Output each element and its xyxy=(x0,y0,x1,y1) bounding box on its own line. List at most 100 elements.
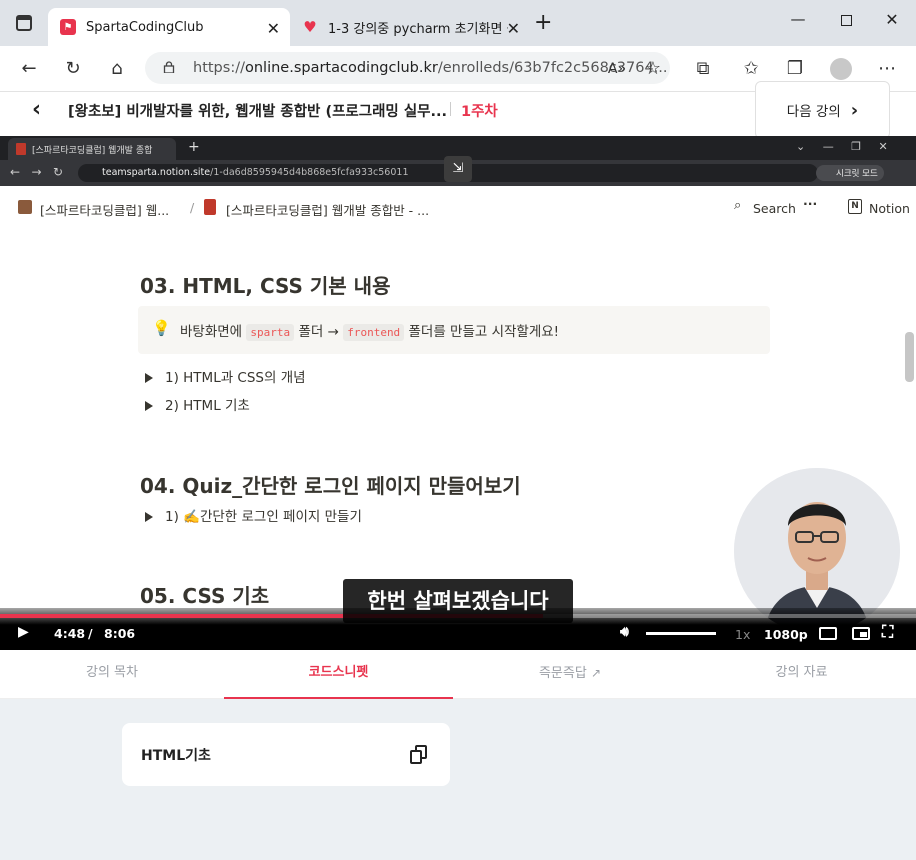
toggle-triangle-icon xyxy=(145,373,153,383)
subtitle-caption: 한번 살펴보겠습니다 xyxy=(343,579,573,623)
heart-favicon-icon: ♥ xyxy=(303,18,317,36)
lecture-tabs: 강의 목차 코드스니펫 즉문즉답 ↗ 강의 자료 xyxy=(0,650,916,699)
fullscreen-icon[interactable]: ⛶ xyxy=(882,622,893,642)
url-scheme: https:// xyxy=(193,60,245,76)
snippet-title: HTML기초 xyxy=(141,748,211,764)
tab-code-snippet[interactable]: 코드스니펫 xyxy=(224,650,453,699)
toggle-login-page: 1) ✍️간단한 로그인 페이지 만들기 xyxy=(145,505,362,525)
video-nav-icons: ← → ↻ xyxy=(10,165,64,179)
home-icon[interactable]: ⌂ xyxy=(104,56,130,82)
collections-icon[interactable]: ❐ xyxy=(782,56,808,82)
toggle-triangle-icon xyxy=(145,401,153,411)
url-field[interactable]: https://online.spartacodingclub.kr/enrol… xyxy=(145,52,670,84)
volume-icon[interactable]: 🔊︎ xyxy=(620,624,629,640)
tab-title: SpartaCodingClub xyxy=(86,19,204,35)
close-window-icon[interactable]: ✕ xyxy=(877,10,907,34)
video-profile-label: 시크릿 모드 xyxy=(836,169,878,179)
notion-search-label: Search xyxy=(753,201,796,216)
current-time: 4:48 xyxy=(54,626,86,641)
toggle-label: 2) HTML 기초 xyxy=(165,398,250,414)
more-menu-icon[interactable]: ⋯ xyxy=(874,56,900,82)
url-host: online.spartacodingclub.kr xyxy=(244,60,438,76)
notion-book-icon xyxy=(204,199,216,215)
lightbulb-icon: 💡 xyxy=(152,319,171,337)
favorites-icon[interactable]: ✩ xyxy=(738,56,764,82)
tab-label: 강의 목차 xyxy=(86,665,138,680)
video-player[interactable]: [스파르타코딩클럽] 웹개발 종합 + ⌄ — ❐ ✕ ← → ↻ teamsp… xyxy=(0,136,916,650)
notion-topbar: [스파르타코딩클럽] 웹... / [스파르타코딩클럽] 웹개발 종합반 - .… xyxy=(0,186,916,230)
notion-book-icon xyxy=(16,143,26,155)
callout-text: 바탕화면에 sparta 폴더 → frontend 폴더를 만들고 시작할게요… xyxy=(180,320,560,341)
tab-materials[interactable]: 강의 자료 xyxy=(687,650,916,697)
callout-code-frontend: frontend xyxy=(343,324,405,341)
play-button[interactable]: ▶ xyxy=(18,624,29,640)
add-favorite-icon[interactable]: ☆ xyxy=(640,56,666,82)
callout-box: 💡 바탕화면에 sparta 폴더 → frontend 폴더를 만들고 시작할… xyxy=(138,306,770,354)
week-label: 1주차 xyxy=(461,104,498,120)
notion-label: Notion xyxy=(869,201,910,216)
tab-actions-icon[interactable] xyxy=(16,15,32,31)
close-tab-icon[interactable]: ✕ xyxy=(507,19,520,38)
search-icon: ⌕ xyxy=(734,198,742,213)
video-profile-chip: 시크릿 모드 xyxy=(816,165,884,181)
toggle-triangle-icon xyxy=(145,512,153,522)
next-lecture-button[interactable]: 다음 강의 › xyxy=(755,81,890,139)
course-title: [왕초보] 비개발자를 위한, 웹개발 종합반 (프로그래밍 실무... xyxy=(68,104,448,120)
callout-suffix: 폴더를 만들고 시작할게요! xyxy=(408,324,560,340)
maximize-icon[interactable] xyxy=(831,10,861,34)
pip-icon[interactable] xyxy=(852,627,870,640)
external-link-icon: ↗ xyxy=(590,666,602,680)
tab-label: 코드스니펫 xyxy=(308,665,369,680)
tab-label: 즉문즉답 xyxy=(538,666,587,681)
notion-more-icon: ··· xyxy=(803,196,818,211)
video-browser-tab: [스파르타코딩클럽] 웹개발 종합 xyxy=(8,138,176,160)
tab-label: 강의 자료 xyxy=(775,665,828,680)
copy-icon[interactable] xyxy=(410,745,428,765)
video-url-path: /1-da6d8595945d4b868e5fcfa933c56011 xyxy=(210,167,409,178)
volume-slider[interactable] xyxy=(646,632,716,635)
captions-icon[interactable] xyxy=(819,627,837,640)
snippet-panel: HTML기초 xyxy=(0,699,916,860)
title-divider xyxy=(450,102,451,116)
toggle-html-basics: 2) HTML 기초 xyxy=(145,394,250,414)
section-04-heading: 04. Quiz_간단한 로그인 페이지 만들어보기 xyxy=(140,474,521,498)
profile-avatar[interactable] xyxy=(830,58,852,80)
extensions-icon[interactable]: ⧉ xyxy=(690,56,716,82)
chevron-right-icon: › xyxy=(850,99,859,121)
notion-page-icon xyxy=(18,200,32,214)
time-separator: / xyxy=(88,626,93,641)
close-tab-icon[interactable]: ✕ xyxy=(267,19,280,38)
snippet-card[interactable]: HTML기초 xyxy=(122,723,450,786)
refresh-icon[interactable]: ↻ xyxy=(60,56,86,82)
duration: 8:06 xyxy=(104,626,136,641)
speed-button[interactable]: 1x xyxy=(735,627,750,642)
breadcrumb-separator: / xyxy=(190,200,195,215)
new-tab-icon[interactable]: + xyxy=(534,10,552,35)
browser-tab-lecture[interactable]: ♥ 1-3 강의중 pycharm 초기화면 툴 ✕ xyxy=(290,8,530,46)
read-aloud-icon[interactable]: A» xyxy=(604,56,630,82)
browser-tab-spartacodingclub[interactable]: ⚑ SpartaCodingClub ✕ xyxy=(48,8,290,46)
minimize-icon[interactable]: — xyxy=(783,10,813,34)
back-chevron-icon[interactable]: ‹ xyxy=(32,97,41,122)
lock-icon xyxy=(163,61,175,73)
quality-button[interactable]: 1080p xyxy=(764,627,808,642)
section-03-heading: 03. HTML, CSS 기본 내용 xyxy=(140,274,391,298)
toggle-label: 1) HTML과 CSS의 개념 xyxy=(165,370,306,386)
toggle-html-css-concept: 1) HTML과 CSS의 개념 xyxy=(145,366,306,386)
notion-logo-icon: N xyxy=(848,199,862,214)
tab-lecture-toc[interactable]: 강의 목차 xyxy=(0,650,224,697)
browser-title-bar: ⚑ SpartaCodingClub ✕ ♥ 1-3 강의중 pycharm 초… xyxy=(0,0,916,46)
url-path: /enrolleds/63b7fc2c568c3764... xyxy=(437,60,668,76)
notion-breadcrumb-1: [스파르타코딩클럽] 웹... xyxy=(40,203,170,218)
back-arrow-icon[interactable]: ← xyxy=(16,56,42,82)
sparta-favicon-icon: ⚑ xyxy=(60,19,76,35)
video-window-controls: ⌄ — ❐ ✕ xyxy=(796,140,888,153)
video-browser-tab-title: [스파르타코딩클럽] 웹개발 종합 xyxy=(32,146,153,156)
callout-mid: 폴더 → xyxy=(298,324,339,340)
section-05-heading: 05. CSS 기초 xyxy=(140,584,270,608)
tab-qna[interactable]: 즉문즉답 ↗ xyxy=(453,650,687,697)
video-new-tab-icon: + xyxy=(188,139,200,155)
video-url-host: teamsparta.notion.site xyxy=(102,167,211,178)
pip-toggle-icon[interactable]: ⇲ xyxy=(444,156,472,182)
toggle-label: 1) ✍️간단한 로그인 페이지 만들기 xyxy=(165,509,362,525)
